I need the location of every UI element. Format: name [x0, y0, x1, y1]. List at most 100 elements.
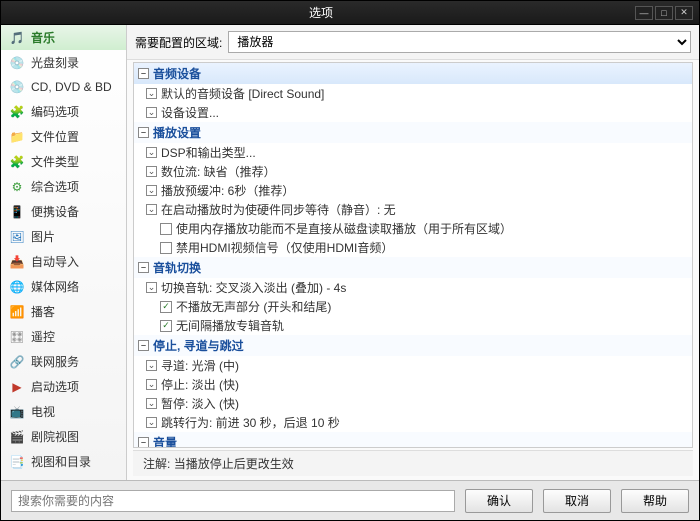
checkbox[interactable] — [160, 301, 172, 313]
node-label: 在启动播放时为使硬件同步等待（静音）: 无 — [161, 201, 396, 218]
tree-node[interactable]: 不播放无声部分 (开头和结尾) — [134, 297, 692, 316]
titlebar: 选项 — □ ✕ — [1, 1, 699, 25]
settings-tree[interactable]: –音频设备⌄默认的音频设备 [Direct Sound]⌄设备设置...–播放设… — [133, 62, 693, 448]
tree-node[interactable]: 禁用HDMI视频信号（仅使用HDMI音频） — [134, 238, 692, 257]
sidebar-label: 电视 — [31, 403, 55, 420]
sidebar-label: 遥控 — [31, 328, 55, 345]
sidebar-label: 剧院视图 — [31, 428, 79, 445]
group-header[interactable]: –音量 — [134, 432, 692, 448]
sidebar-label: 启动选项 — [31, 378, 79, 395]
note-row: 注解: 当播放停止后更改生效 — [133, 450, 693, 476]
sidebar-item-16[interactable]: 🎬剧院视图 — [1, 424, 126, 449]
node-label: 默认的音频设备 [Direct Sound] — [161, 85, 324, 102]
sidebar-item-9[interactable]: 📥 自动导入 — [1, 249, 126, 274]
sidebar-item-2[interactable]: 💿CD, DVD & BD — [1, 75, 126, 99]
node-label: 不播放无声部分 (开头和结尾) — [176, 298, 331, 315]
sidebar-item-12[interactable]: 🎛遥控 — [1, 324, 126, 349]
group-header[interactable]: –音轨切换 — [134, 257, 692, 278]
sidebar-label: 自动导入 — [31, 253, 79, 270]
sidebar-item-5[interactable]: 🧩文件类型 — [1, 149, 126, 174]
node-label: 设备设置... — [161, 104, 219, 121]
search-input[interactable] — [11, 490, 455, 512]
collapse-icon[interactable]: – — [138, 68, 149, 79]
sidebar-label: CD, DVD & BD — [31, 80, 112, 94]
tree-node[interactable]: ⌄ 切换音轨: 交叉淡入淡出 (叠加) - 4s — [134, 278, 692, 297]
sidebar-item-4[interactable]: 📁文件位置 — [1, 124, 126, 149]
sidebar-icon: 🔗 — [9, 354, 25, 370]
help-button[interactable]: 帮助 — [621, 489, 689, 513]
sidebar-item-13[interactable]: 🔗联网服务 — [1, 349, 126, 374]
expand-icon[interactable]: ⌄ — [146, 166, 157, 177]
expand-icon[interactable]: ⌄ — [146, 398, 157, 409]
group-header[interactable]: –音频设备 — [134, 63, 692, 84]
sidebar-item-3[interactable]: 🧩编码选项 — [1, 99, 126, 124]
sidebar-item-7[interactable]: 📱便携设备 — [1, 199, 126, 224]
collapse-icon[interactable]: – — [138, 340, 149, 351]
tree-node[interactable]: ⌄停止: 淡出 (快) — [134, 375, 692, 394]
window-title: 选项 — [7, 4, 635, 21]
expand-icon[interactable]: ⌄ — [146, 360, 157, 371]
sidebar-label: 文件类型 — [31, 153, 79, 170]
node-label: 使用内存播放功能而不是直接从磁盘读取播放（用于所有区域） — [176, 220, 512, 237]
sidebar-item-17[interactable]: 📑视图和目录 — [1, 449, 126, 474]
expand-icon[interactable]: ⌄ — [146, 379, 157, 390]
sidebar-label: 文件位置 — [31, 128, 79, 145]
maximize-button[interactable]: □ — [655, 6, 673, 20]
options-dialog: 选项 — □ ✕ 🎵音乐💿光盘刻录💿CD, DVD & BD🧩编码选项📁文件位置… — [0, 0, 700, 521]
group-header[interactable]: –播放设置 — [134, 122, 692, 143]
sidebar-item-1[interactable]: 💿光盘刻录 — [1, 50, 126, 75]
tree-node[interactable]: ⌄播放预缓冲: 6秒（推荐） — [134, 181, 692, 200]
dialog-body: 🎵音乐💿光盘刻录💿CD, DVD & BD🧩编码选项📁文件位置🧩文件类型⚙综合选… — [1, 25, 699, 480]
group-header[interactable]: –停止, 寻道与跳过 — [134, 335, 692, 356]
expand-icon[interactable]: ⌄ — [146, 185, 157, 196]
sidebar-label: 综合选项 — [31, 178, 79, 195]
sidebar-item-6[interactable]: ⚙ 综合选项 — [1, 174, 126, 199]
minimize-button[interactable]: — — [635, 6, 653, 20]
main-panel: 需要配置的区域: 播放器 –音频设备⌄默认的音频设备 [Direct Sound… — [127, 25, 699, 480]
tree-node[interactable]: 使用内存播放功能而不是直接从磁盘读取播放（用于所有区域） — [134, 219, 692, 238]
sidebar-item-8[interactable]: 🖼图片 — [1, 224, 126, 249]
expand-icon[interactable]: ⌄ — [146, 282, 157, 293]
checkbox[interactable] — [160, 223, 172, 235]
sidebar-item-10[interactable]: 🌐媒体网络 — [1, 274, 126, 299]
tree-node[interactable]: ⌄ 暂停: 淡入 (快) — [134, 394, 692, 413]
ok-button[interactable]: 确认 — [465, 489, 533, 513]
expand-icon[interactable]: ⌄ — [146, 417, 157, 428]
sidebar-icon: ⚙ — [9, 179, 25, 195]
node-label: 暂停: 淡入 (快) — [161, 395, 239, 412]
collapse-icon[interactable]: – — [138, 127, 149, 138]
tree-node[interactable]: ⌄跳转行为: 前进 30 秒，后退 10 秒 — [134, 413, 692, 432]
sidebar-icon: 📱 — [9, 204, 25, 220]
cancel-button[interactable]: 取消 — [543, 489, 611, 513]
sidebar-item-15[interactable]: 📺电视 — [1, 399, 126, 424]
group-title: 音频设备 — [153, 65, 201, 82]
node-label: 数位流: 缺省（推荐） — [161, 163, 276, 180]
collapse-icon[interactable]: – — [138, 262, 149, 273]
tree-node[interactable]: ⌄ 设备设置... — [134, 103, 692, 122]
sidebar-icon: 📥 — [9, 254, 25, 270]
tree-node[interactable]: ⌄ 默认的音频设备 [Direct Sound] — [134, 84, 692, 103]
tree-node[interactable]: ⌄寻道: 光滑 (中) — [134, 356, 692, 375]
node-label: 切换音轨: 交叉淡入淡出 (叠加) - 4s — [161, 279, 346, 296]
tree-node[interactable]: ⌄ 数位流: 缺省（推荐） — [134, 162, 692, 181]
region-select[interactable]: 播放器 — [228, 31, 691, 53]
sidebar-label: 播客 — [31, 303, 55, 320]
expand-icon[interactable]: ⌄ — [146, 107, 157, 118]
checkbox[interactable] — [160, 242, 172, 254]
expand-icon[interactable]: ⌄ — [146, 204, 157, 215]
tree-node[interactable]: ⌄DSP和输出类型... — [134, 143, 692, 162]
close-button[interactable]: ✕ — [675, 6, 693, 20]
sidebar-item-14[interactable]: ▶启动选项 — [1, 374, 126, 399]
checkbox[interactable] — [160, 320, 172, 332]
sidebar-item-11[interactable]: 📶播客 — [1, 299, 126, 324]
collapse-icon[interactable]: – — [138, 437, 149, 448]
note-label: 注解: — [143, 457, 170, 471]
expand-icon[interactable]: ⌄ — [146, 147, 157, 158]
sidebar-icon: 📑 — [9, 454, 25, 470]
tree-node[interactable]: 无间隔播放专辑音轨 — [134, 316, 692, 335]
expand-icon[interactable]: ⌄ — [146, 88, 157, 99]
tree-node[interactable]: ⌄ 在启动播放时为使硬件同步等待（静音）: 无 — [134, 200, 692, 219]
sidebar-label: 编码选项 — [31, 103, 79, 120]
sidebar-item-0[interactable]: 🎵音乐 — [1, 25, 126, 50]
sidebar-icon: 💿 — [9, 55, 25, 71]
